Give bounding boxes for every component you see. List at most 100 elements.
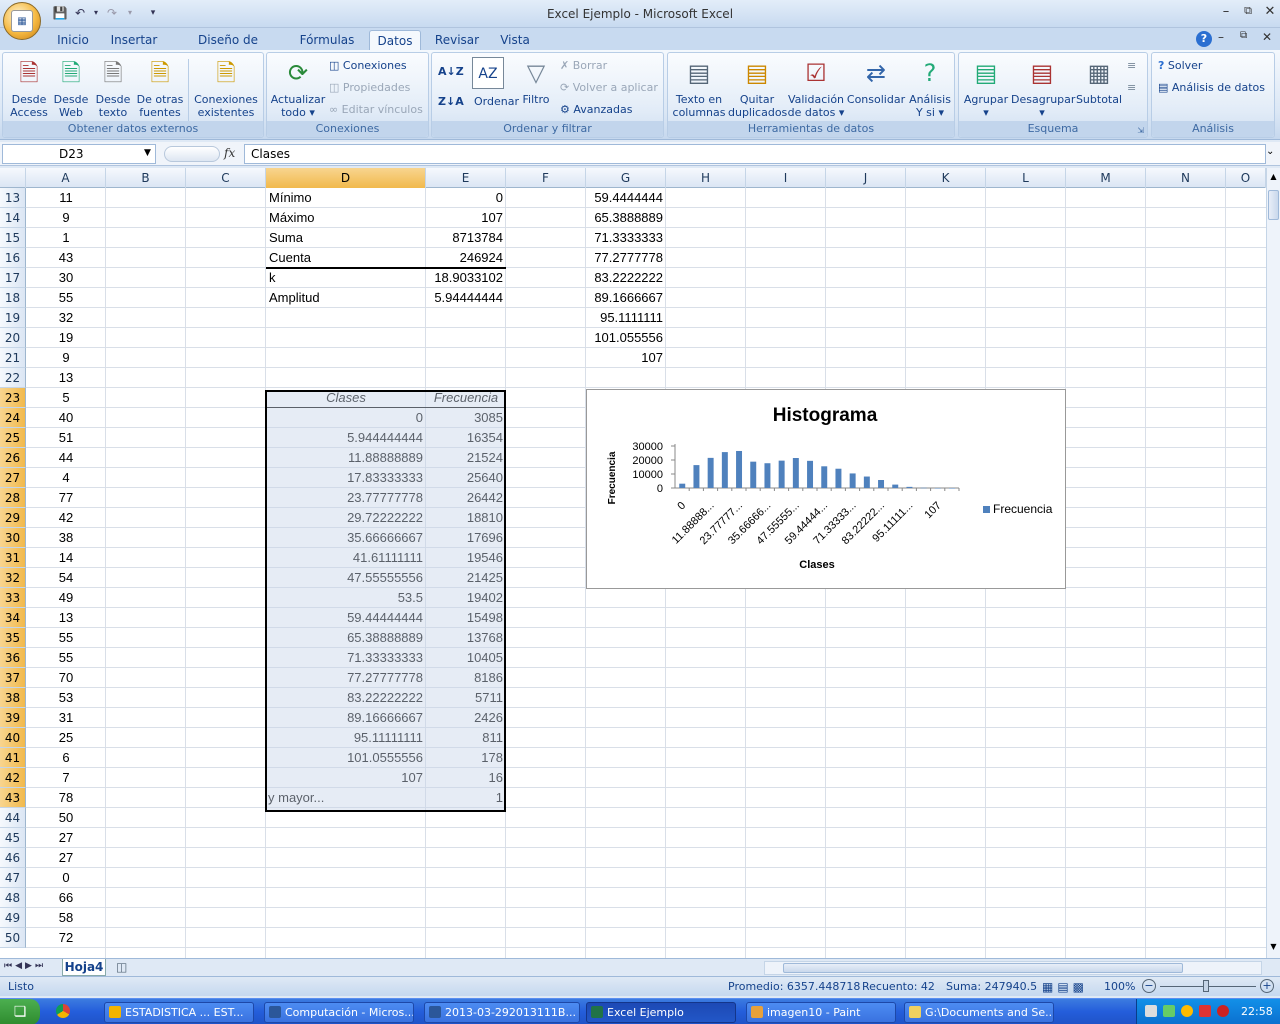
formula-input[interactable]: Clases xyxy=(244,144,1266,164)
cell-a[interactable]: 72 xyxy=(26,928,106,948)
stat-value[interactable]: 246924 xyxy=(426,248,506,268)
cell-a[interactable]: 14 xyxy=(26,548,106,568)
row-header-39[interactable]: 39 xyxy=(0,708,26,728)
taskbar-item-explorer[interactable]: G:\Documents and Se... xyxy=(904,1002,1054,1023)
cell-a[interactable]: 27 xyxy=(26,828,106,848)
cell-a[interactable]: 13 xyxy=(26,608,106,628)
doc-close-icon[interactable]: ✕ xyxy=(1262,30,1272,44)
hide-detail-icon[interactable]: ≡ xyxy=(1127,79,1136,97)
chrome-quicklaunch-icon[interactable] xyxy=(56,1004,70,1018)
redo-dropdown-icon[interactable]: ▾ xyxy=(122,5,138,21)
column-header-i[interactable]: I xyxy=(746,168,826,188)
tab-vista[interactable]: Vista xyxy=(496,30,534,50)
show-detail-icon[interactable]: ≡ xyxy=(1127,57,1136,75)
row-header-26[interactable]: 26 xyxy=(0,448,26,468)
cell-a[interactable]: 44 xyxy=(26,448,106,468)
cell-g[interactable]: 59.4444444 xyxy=(586,188,666,208)
column-header-n[interactable]: N xyxy=(1146,168,1226,188)
scroll-down-icon[interactable]: ▼ xyxy=(1268,942,1279,954)
column-header-h[interactable]: H xyxy=(666,168,746,188)
zoom-out-icon[interactable]: − xyxy=(1142,979,1156,993)
undo-dropdown-icon[interactable]: ▾ xyxy=(88,5,104,21)
start-button[interactable]: ❏ xyxy=(0,999,40,1024)
volver-aplicar-button[interactable]: ⟳ Volver a aplicar xyxy=(560,79,658,97)
row-header-43[interactable]: 43 xyxy=(0,788,26,808)
name-box[interactable]: D23 xyxy=(2,144,156,164)
fx-icon[interactable]: fx xyxy=(224,146,240,162)
taskbar-item-doc[interactable]: 2013-03-292013111B... xyxy=(424,1002,580,1023)
cell-a[interactable]: 55 xyxy=(26,628,106,648)
stat-label[interactable]: Mínimo xyxy=(266,188,426,208)
row-header-48[interactable]: 48 xyxy=(0,888,26,908)
ordenar-button[interactable]: Ordenar xyxy=(462,93,519,111)
cell-a[interactable]: 70 xyxy=(26,668,106,688)
cell-a[interactable]: 9 xyxy=(26,208,106,228)
vertical-scrollbar[interactable]: ▲ ▼ xyxy=(1266,168,1280,958)
desagrupar-button[interactable]: ▤ Desagrupar ▾ xyxy=(1011,57,1075,119)
view-buttons-icon[interactable]: ▦▤▩ xyxy=(1042,980,1088,994)
filtro-button[interactable]: ▽ Filtro xyxy=(516,57,556,106)
doc-restore-icon[interactable]: ⧉ xyxy=(1240,30,1247,41)
histogram-chart[interactable]: Histograma 30000 20000 10000 0 0 11.88888... 23… xyxy=(586,389,1066,589)
row-header-17[interactable]: 17 xyxy=(0,268,26,288)
analisis-y-si-button[interactable]: ? Análisis Y si ▾ xyxy=(906,57,954,119)
taskbar-item-estadistica[interactable]: ESTADISTICA ... EST... xyxy=(104,1002,254,1023)
stat-value[interactable]: 5.94444444 xyxy=(426,288,506,308)
column-header-e[interactable]: E xyxy=(426,168,506,188)
select-all-corner[interactable] xyxy=(0,168,26,188)
column-header-m[interactable]: M xyxy=(1066,168,1146,188)
sort-desc-icon[interactable]: Z↓A xyxy=(438,93,464,111)
cell-a[interactable]: 78 xyxy=(26,788,106,808)
cell-a[interactable]: 54 xyxy=(26,568,106,588)
row-header-24[interactable]: 24 xyxy=(0,408,26,428)
row-header-36[interactable]: 36 xyxy=(0,648,26,668)
propiedades-button[interactable]: ◫ Propiedades xyxy=(329,79,410,97)
zoom-in-icon[interactable]: + xyxy=(1260,979,1274,993)
cell-a[interactable]: 55 xyxy=(26,288,106,308)
save-icon[interactable]: 💾 xyxy=(52,5,68,21)
minimize-icon[interactable]: – xyxy=(1216,4,1236,20)
row-header-18[interactable]: 18 xyxy=(0,288,26,308)
cell-a[interactable]: 6 xyxy=(26,748,106,768)
tray-icon[interactable] xyxy=(1145,1005,1157,1017)
cell-g[interactable]: 101.055556 xyxy=(586,328,666,348)
spreadsheet-grid[interactable]: ABCDEFGHIJKLMNO 13 14 15 16 17 18 19 20 21 22 23 24… xyxy=(0,168,1266,958)
sheet-tab-hoja4[interactable]: Hoja4 xyxy=(62,959,106,976)
formula-bar-handle[interactable] xyxy=(164,146,220,162)
row-header-23[interactable]: 23 xyxy=(0,388,26,408)
stat-label[interactable]: Cuenta xyxy=(266,248,426,268)
stat-value[interactable]: 0 xyxy=(426,188,506,208)
cell-a[interactable]: 38 xyxy=(26,528,106,548)
tray-icon[interactable] xyxy=(1163,1005,1175,1017)
cell-a[interactable]: 0 xyxy=(26,868,106,888)
cell-a[interactable]: 42 xyxy=(26,508,106,528)
conexiones-button[interactable]: ◫ Conexiones xyxy=(329,57,407,75)
row-header-27[interactable]: 27 xyxy=(0,468,26,488)
zoom-slider-thumb[interactable] xyxy=(1203,980,1209,992)
validacion-button[interactable]: ☑ Validación de datos ▾ xyxy=(786,57,846,119)
customize-qat-icon[interactable]: ▾ xyxy=(145,5,161,21)
consolidar-button[interactable]: ⇄ Consolidar xyxy=(846,57,906,106)
cell-a[interactable]: 30 xyxy=(26,268,106,288)
stat-value[interactable]: 107 xyxy=(426,208,506,228)
sort-asc-icon[interactable]: A↓Z xyxy=(438,63,464,81)
row-header-40[interactable]: 40 xyxy=(0,728,26,748)
sheet-nav-icons[interactable]: ⏮◀▶⏭ xyxy=(4,961,46,971)
row-header-16[interactable]: 16 xyxy=(0,248,26,268)
cell-a[interactable]: 32 xyxy=(26,308,106,328)
tab-diseno[interactable]: Diseño de página xyxy=(176,30,280,67)
redo-icon[interactable]: ↷ xyxy=(104,5,120,21)
row-header-35[interactable]: 35 xyxy=(0,628,26,648)
cell-a[interactable]: 51 xyxy=(26,428,106,448)
actualizar-todo-button[interactable]: ⟳ Actualizar todo ▾ xyxy=(269,57,327,119)
cell-a[interactable]: 1 xyxy=(26,228,106,248)
tray-icon[interactable] xyxy=(1199,1005,1211,1017)
name-box-dropdown-icon[interactable]: ▼ xyxy=(144,148,151,158)
cell-a[interactable]: 58 xyxy=(26,908,106,928)
analisis-datos-button[interactable]: ▤ Análisis de datos xyxy=(1158,79,1265,97)
help-icon[interactable]: ? xyxy=(1196,31,1212,47)
row-header-50[interactable]: 50 xyxy=(0,928,26,948)
row-header-47[interactable]: 47 xyxy=(0,868,26,888)
row-header-49[interactable]: 49 xyxy=(0,908,26,928)
agrupar-button[interactable]: ▤ Agrupar ▾ xyxy=(961,57,1011,119)
